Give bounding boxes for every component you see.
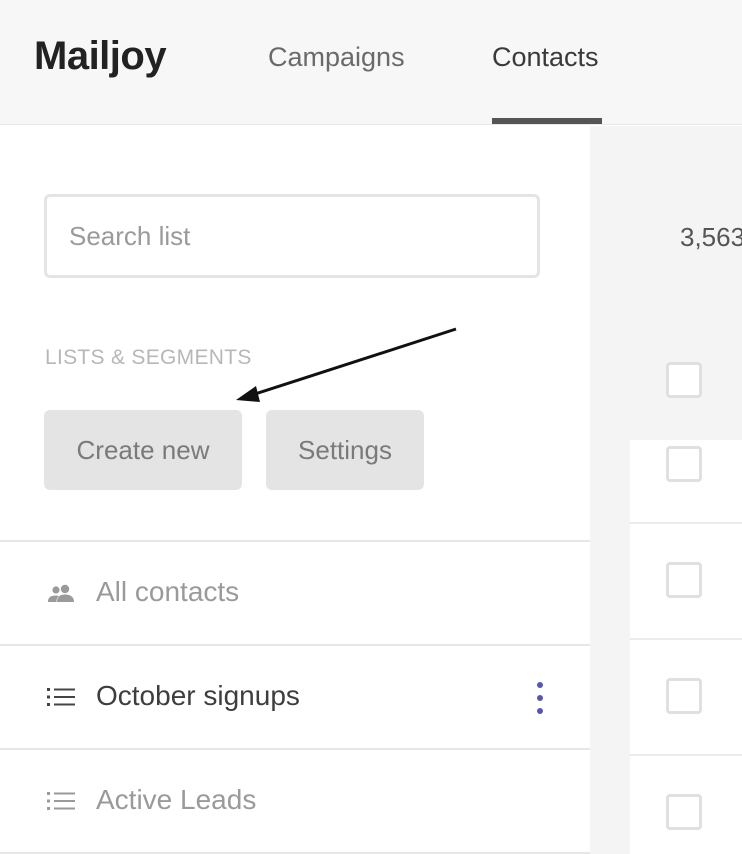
more-options-icon[interactable] — [528, 678, 552, 718]
search-list-input[interactable] — [44, 194, 540, 278]
row-divider — [630, 522, 742, 524]
app-logo[interactable]: Mailjoy — [34, 34, 167, 79]
settings-button[interactable]: Settings — [266, 410, 424, 490]
list-icon — [47, 688, 75, 706]
row-checkbox[interactable] — [666, 794, 702, 830]
active-tab-indicator — [492, 118, 602, 124]
tab-contacts[interactable]: Contacts — [492, 42, 599, 73]
select-all-checkbox[interactable] — [666, 362, 702, 398]
sidebar-item-label: All contacts — [96, 576, 240, 607]
top-nav-bar: Mailjoy Campaigns Contacts — [0, 0, 742, 125]
section-label-lists-segments: LISTS & SEGMENTS — [45, 346, 252, 369]
contact-count: 3,563 — [680, 222, 742, 252]
sidebar-item-active-leads[interactable]: Active Leads — [0, 750, 590, 852]
row-divider — [630, 638, 742, 640]
row-checkbox[interactable] — [666, 678, 702, 714]
sidebar-item-october-signups[interactable]: October signups — [0, 646, 590, 748]
list-icon — [47, 792, 75, 810]
row-checkbox[interactable] — [666, 446, 702, 482]
people-icon — [48, 584, 74, 602]
sidebar-item-all-contacts[interactable]: All contacts — [0, 542, 590, 644]
row-divider — [630, 754, 742, 756]
row-checkbox[interactable] — [666, 562, 702, 598]
sidebar-item-label: Active Leads — [96, 784, 257, 815]
create-new-button[interactable]: Create new — [44, 410, 242, 490]
table-body — [630, 440, 742, 854]
sidebar-item-label: October signups — [96, 680, 300, 711]
tab-campaigns[interactable]: Campaigns — [268, 42, 405, 73]
